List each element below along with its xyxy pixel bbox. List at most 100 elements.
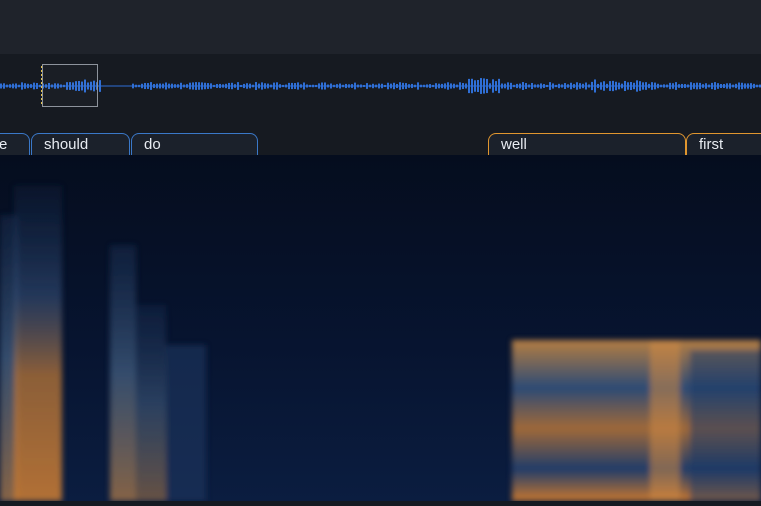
waveform-bar (210, 83, 212, 89)
waveform-bar (588, 84, 590, 88)
waveform-bar (300, 84, 302, 88)
waveform-overview[interactable] (0, 54, 761, 130)
waveform-bar (501, 83, 503, 89)
waveform-bar (654, 82, 656, 90)
waveform-bar (675, 82, 677, 90)
waveform-bar (384, 84, 386, 88)
waveform-bar (417, 82, 419, 90)
waveform-bar (411, 83, 413, 89)
waveform-bar (459, 82, 461, 90)
waveform-bar (177, 84, 179, 88)
overview-visible-range[interactable] (42, 64, 98, 107)
waveform-bar (504, 83, 506, 89)
waveform-bar (120, 85, 122, 87)
waveform-bar (432, 84, 434, 88)
waveform-bar (594, 79, 596, 93)
waveform-bar (534, 84, 536, 88)
waveform-bar (570, 82, 572, 90)
waveform-bar (642, 82, 644, 90)
waveform-bar (333, 84, 335, 88)
waveform-bar (21, 82, 23, 90)
overview-waveform (0, 78, 761, 94)
waveform-bar (357, 84, 359, 88)
waveform-bar (363, 84, 365, 88)
waveform-bar (567, 84, 569, 88)
waveform-bar (180, 82, 182, 90)
waveform-bar (390, 83, 392, 89)
waveform-bar (636, 80, 638, 92)
waveform-bar (450, 83, 452, 89)
waveform-bar (144, 82, 146, 90)
waveform-bar (168, 83, 170, 89)
waveform-bar (495, 81, 497, 91)
waveform-bar (387, 82, 389, 90)
waveform-bar (453, 83, 455, 89)
waveform-bar (183, 84, 185, 88)
waveform-bar (723, 83, 725, 89)
waveform-bar (522, 82, 524, 90)
waveform-bar (282, 84, 284, 88)
waveform-bar (234, 84, 236, 88)
waveform-bar (258, 83, 260, 89)
waveform-bar (540, 83, 542, 89)
waveform-bar (276, 82, 278, 90)
waveform-bar (564, 83, 566, 89)
waveform-bar (507, 82, 509, 90)
waveform-bar (645, 82, 647, 90)
waveform-bar (324, 82, 326, 90)
waveform-bar (342, 84, 344, 88)
waveform-bar (651, 82, 653, 90)
waveform-bar (426, 84, 428, 88)
waveform-bar (483, 78, 485, 94)
waveform-bar (738, 82, 740, 90)
waveform-bar (633, 82, 635, 90)
waveform-bar (543, 84, 545, 88)
waveform-bar (666, 84, 668, 88)
waveform-bar (684, 84, 686, 88)
word-label-e[interactable]: e (0, 133, 30, 155)
waveform-bar (729, 83, 731, 89)
waveform-bar (117, 85, 119, 87)
waveform-bar (393, 82, 395, 90)
waveform-bar (267, 83, 269, 89)
waveform-bar (114, 85, 116, 87)
waveform-bar (231, 82, 233, 90)
waveform-bar (681, 83, 683, 89)
waveform-bar (648, 83, 650, 89)
waveform-bar (369, 84, 371, 88)
waveform-bar (699, 82, 701, 90)
waveform-bar (195, 82, 197, 90)
waveform-bar (690, 82, 692, 90)
word-label-first[interactable]: first (686, 133, 761, 155)
waveform-bar (405, 83, 407, 89)
waveform-bar (297, 82, 299, 90)
waveform-bar (360, 84, 362, 88)
waveform-bar (549, 82, 551, 90)
waveform-bar (672, 83, 674, 89)
word-label-well[interactable]: well (488, 133, 686, 155)
waveform-bar (330, 83, 332, 89)
waveform-bar (354, 82, 356, 90)
waveform-bar (576, 82, 578, 90)
word-label-do[interactable]: do (131, 133, 258, 155)
waveform-bar (516, 83, 518, 89)
waveform-bar (147, 83, 149, 89)
waveform-bar (687, 84, 689, 88)
waveform-bar (264, 83, 266, 89)
waveform-bar (288, 82, 290, 90)
waveform-bar (318, 83, 320, 89)
waveform-bar (378, 83, 380, 89)
word-label-should[interactable]: should (31, 133, 130, 155)
waveform-bar (618, 82, 620, 90)
waveform-bar (192, 82, 194, 90)
waveform-bar (465, 83, 467, 89)
waveform-bar (105, 85, 107, 87)
waveform-bar (597, 83, 599, 89)
waveform-bar (279, 84, 281, 88)
waveform-bar (423, 84, 425, 88)
waveform-bar (294, 83, 296, 89)
waveform-bar (486, 78, 488, 94)
waveform-bar (345, 83, 347, 89)
spectrogram-view[interactable] (0, 155, 761, 501)
waveform-bar (243, 83, 245, 89)
